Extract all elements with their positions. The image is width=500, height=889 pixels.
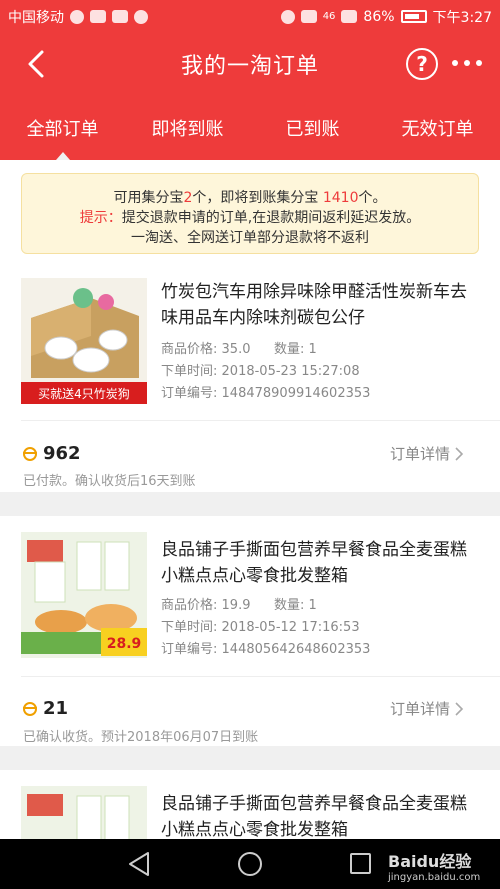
battery-percent: 86% xyxy=(363,8,395,25)
order-price: 19.9 xyxy=(221,598,251,613)
battery-icon xyxy=(400,10,427,23)
order-time: 2018-05-23 15:27:08 xyxy=(221,364,360,379)
coin-icon xyxy=(23,701,37,716)
order-qty: 1 xyxy=(308,598,317,613)
coin-reward: 21 xyxy=(23,698,68,719)
signal-label: 46 xyxy=(322,11,336,22)
chevron-left-icon[interactable] xyxy=(20,47,54,81)
order-price: 35.0 xyxy=(221,342,251,357)
baidu-watermark: Baidu经验 jingyan.baidu.com xyxy=(388,852,481,883)
chevron-right-icon xyxy=(455,701,464,716)
coin-reward: 962 xyxy=(23,443,81,464)
notification-icon xyxy=(134,9,148,24)
weather-icon xyxy=(70,9,84,24)
app-icon xyxy=(90,10,106,23)
order-status: 已付款。确认收货后16天到账 xyxy=(23,474,196,489)
page-title: 我的一淘订单 xyxy=(180,54,319,79)
chevron-right-icon xyxy=(455,446,464,461)
notice-line-2: 提示：提交退款申请的订单,在退款期间返利延迟发放。 xyxy=(79,210,421,226)
hd-icon xyxy=(300,10,317,23)
clock: 下午3:27 xyxy=(432,9,492,26)
status-bar: 中国移动 46 86% 下午3:27 xyxy=(0,0,500,33)
product-name: 良品铺子手撕面包营养早餐食品全麦蛋糕小糕点点心零食批发整箱 xyxy=(161,794,467,839)
product-name: 竹炭包汽车用除异味除甲醛活性炭新车去味用品车内除味剂碳包公仔 xyxy=(161,282,467,328)
product-image[interactable]: 28.9 xyxy=(21,532,147,658)
order-card[interactable]: 28.9 良品铺子手撕面包营养早餐食品全麦蛋糕小糕点点心零食批发整箱 商品价格:… xyxy=(0,516,500,746)
notice-line-3: 一淘送、全网送订单部分退款将不返利 xyxy=(131,230,369,246)
order-tabs: 全部订单 即将到账 已到账 无效订单 xyxy=(0,95,500,160)
tab-all-orders[interactable]: 全部订单 xyxy=(0,95,125,160)
tab-pending[interactable]: 即将到账 xyxy=(125,95,250,160)
product-image[interactable] xyxy=(21,786,147,839)
notice-box: 可用集分宝2个，即将到账集分宝 1410个。 提示：提交退款申请的订单,在退款期… xyxy=(21,173,479,254)
order-detail-link[interactable]: 订单详情 xyxy=(390,443,464,464)
order-number: 144805642648602353 xyxy=(221,642,371,657)
nav-recent-icon[interactable] xyxy=(350,853,371,874)
pending-coins: 1410 xyxy=(322,190,359,206)
tab-received[interactable]: 已到账 xyxy=(250,95,375,160)
signal-icon xyxy=(341,10,358,23)
order-card[interactable]: 良品铺子手撕面包营养早餐食品全麦蛋糕小糕点点心零食批发整箱 xyxy=(0,770,500,839)
thumb-banner-text: 买就送4只竹炭狗 xyxy=(38,386,130,401)
product-name: 良品铺子手撕面包营养早餐食品全麦蛋糕小糕点点心零食批发整箱 xyxy=(161,540,467,586)
order-detail-link[interactable]: 订单详情 xyxy=(390,698,464,719)
nav-home-icon[interactable] xyxy=(238,852,262,876)
order-card[interactable]: 买就送4只竹炭狗 竹炭包汽车用除异味除甲醛活性炭新车去味用品车内除味剂碳包公仔 … xyxy=(0,262,500,492)
order-qty: 1 xyxy=(308,342,317,357)
notice-section: 可用集分宝2个，即将到账集分宝 1410个。 提示：提交退款申请的订单,在退款期… xyxy=(0,160,500,262)
taobao-icon xyxy=(112,10,128,23)
thumb-price-text: 28.9 xyxy=(107,636,142,652)
app-header: 我的一淘订单 ? xyxy=(0,33,500,95)
order-meta: 商品价格: 19.9 数量: 1 下单时间: 2018-05-12 17:16:… xyxy=(161,598,371,657)
notice-line-1: 可用集分宝2个，即将到账集分宝 1410个。 xyxy=(113,190,387,206)
alarm-icon xyxy=(280,9,295,24)
more-dots-icon[interactable] xyxy=(452,53,482,73)
carrier-label: 中国移动 xyxy=(8,9,64,26)
divider xyxy=(21,420,500,421)
product-image[interactable]: 买就送4只竹炭狗 xyxy=(21,278,147,404)
order-meta: 商品价格: 35.0 数量: 1 下单时间: 2018-05-23 15:27:… xyxy=(161,342,371,401)
divider xyxy=(21,676,500,677)
order-status: 已确认收货。预计2018年06月07日到账 xyxy=(23,730,259,745)
coin-icon xyxy=(23,446,37,461)
notice-prefix: 提示： xyxy=(79,210,122,226)
tab-invalid[interactable]: 无效订单 xyxy=(375,95,500,160)
help-icon[interactable]: ? xyxy=(406,48,438,80)
order-time: 2018-05-12 17:16:53 xyxy=(221,620,360,635)
order-number: 148478909914602353 xyxy=(221,386,371,401)
nav-back-icon[interactable] xyxy=(128,851,152,877)
